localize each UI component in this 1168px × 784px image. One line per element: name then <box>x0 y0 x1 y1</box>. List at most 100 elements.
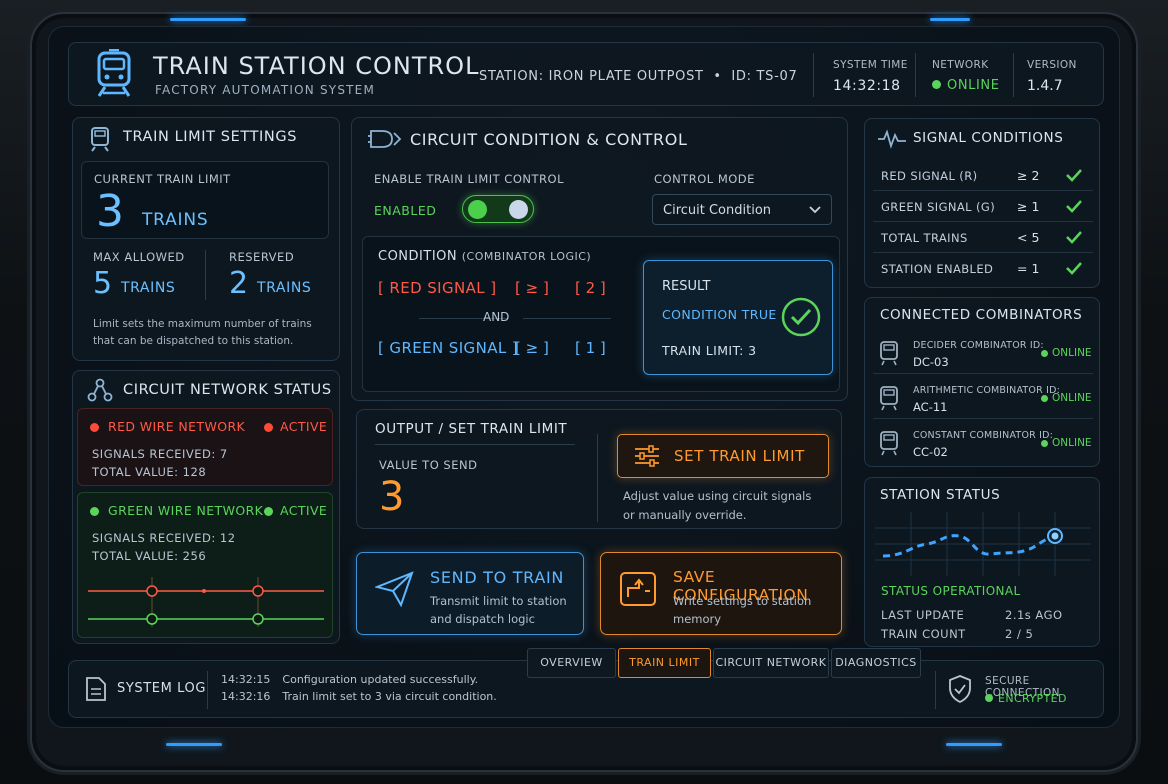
limit-note-line: Limit sets the maximum number of trains <box>93 318 312 330</box>
panel-title: CIRCUIT CONDITION & CONTROL <box>410 130 688 149</box>
signal-conditions-panel: SIGNAL CONDITIONS RED SIGNAL (R) ≥ 2 GREEN… <box>864 118 1100 288</box>
panel-title: SIGNAL CONDITIONS <box>913 130 1064 146</box>
check-icon <box>1066 262 1082 275</box>
combinator-id: CC-02 <box>913 445 948 459</box>
combinator-id: DC-03 <box>913 355 949 369</box>
panel-title: CONNECTED COMBINATORS <box>880 307 1083 323</box>
combinator-status: ONLINE <box>1052 392 1092 404</box>
red-wire-card: RED WIRE NETWORK ACTIVE SIGNALS RECEIVED… <box>77 408 333 486</box>
combinator-label: DECIDER COMBINATOR ID: <box>913 340 1044 351</box>
signal-name: GREEN SIGNAL (G) <box>881 200 996 214</box>
condition-signal-red[interactable]: [ RED SIGNAL ] <box>378 279 496 297</box>
save-configuration-button[interactable]: SAVE CONFIGURATION Write settings to sta… <box>600 552 842 635</box>
divider <box>205 250 206 300</box>
secure-connection-state: ENCRYPTED <box>985 692 1067 705</box>
circuit-control-panel: CIRCUIT CONDITION & CONTROL ENABLE TRAIN… <box>351 117 848 401</box>
send-to-train-button[interactable]: SEND TO TRAIN Transmit limit to station … <box>356 552 584 635</box>
bezel-light <box>170 18 246 21</box>
combinator-row[interactable]: CONSTANT COMBINATOR ID: CC-02 ONLINE <box>873 422 1093 464</box>
panel-title: STATION STATUS <box>880 487 1001 503</box>
signal-name: STATION ENABLED <box>881 262 994 276</box>
output-hint-line: Adjust value using circuit signals <box>623 489 812 503</box>
limit-note-line: that can be dispatched to this station. <box>93 335 294 347</box>
combinator-status: ONLINE <box>1052 437 1092 449</box>
status-dot <box>264 423 273 432</box>
result-limit: TRAIN LIMIT: 3 <box>662 343 757 358</box>
output-panel: OUTPUT / SET TRAIN LIMIT VALUE TO SEND 3… <box>356 409 842 529</box>
version-value: 1.4.7 <box>1027 78 1063 94</box>
set-train-limit-button[interactable]: SET TRAIN LIMIT <box>617 434 829 478</box>
tab-train-limit[interactable]: TRAIN LIMIT <box>618 648 711 678</box>
green-wire-name: GREEN WIRE NETWORK <box>108 503 264 518</box>
save-configuration-desc: Write settings to station memory <box>673 592 811 628</box>
green-total-value: TOTAL VALUE: 256 <box>92 549 207 563</box>
condition-operator-red[interactable]: [ ≥ ] <box>515 279 549 297</box>
logic-gate-icon <box>368 130 402 148</box>
max-allowed-unit: TRAINS <box>121 280 176 296</box>
panel-title: TRAIN LIMIT SETTINGS <box>123 129 297 145</box>
sliders-icon <box>635 445 659 467</box>
train-count-label: TRAIN COUNT <box>881 627 966 641</box>
enable-label: ENABLE TRAIN LIMIT CONTROL <box>374 172 564 186</box>
signal-condition: ≥ 1 <box>1017 199 1040 214</box>
condition-title-text: CONDITION <box>378 249 458 264</box>
current-limit-label: CURRENT TRAIN LIMIT <box>94 172 231 186</box>
check-icon <box>1066 169 1082 182</box>
tab-circuit-network[interactable]: CIRCUIT NETWORK <box>713 648 829 678</box>
output-hint: Adjust value using circuit signals or ma… <box>623 487 811 525</box>
combinator-icon <box>880 431 898 456</box>
train-icon <box>91 127 109 152</box>
divider <box>935 671 936 709</box>
signal-condition-row: RED SIGNAL (R) ≥ 2 <box>873 161 1093 191</box>
reserved-label: RESERVED <box>229 250 295 264</box>
combinator-row[interactable]: DECIDER COMBINATOR ID: DC-03 ONLINE <box>873 332 1093 374</box>
condition-operator-green[interactable]: [ ≥ ] <box>515 339 549 357</box>
shield-check-icon <box>949 675 971 704</box>
divider <box>207 671 208 709</box>
enable-toggle[interactable] <box>462 195 534 223</box>
panel-title: CIRCUIT NETWORK STATUS <box>123 382 332 398</box>
send-to-train-title: SEND TO TRAIN <box>430 568 565 587</box>
status-dot <box>932 80 941 89</box>
check-circle-icon <box>781 297 821 337</box>
signal-condition: ≥ 2 <box>1017 168 1040 183</box>
save-desc-line: Write settings to station <box>673 594 812 608</box>
condition-value-green[interactable]: [ 1 ] <box>575 339 606 357</box>
network-status-text: ONLINE <box>947 78 1000 93</box>
max-allowed-value: 5 <box>93 266 113 301</box>
green-signals-received: SIGNALS RECEIVED: 12 <box>92 531 236 545</box>
tab-diagnostics[interactable]: DIAGNOSTICS <box>831 648 921 678</box>
system-time-label: SYSTEM TIME <box>833 59 908 71</box>
network-icon <box>87 378 113 402</box>
result-box: RESULT CONDITION TRUE TRAIN LIMIT: 3 <box>643 260 833 375</box>
red-wire-status: ACTIVE <box>280 419 328 434</box>
divider <box>375 444 575 445</box>
green-wire-status: ACTIVE <box>280 503 328 518</box>
status-dot <box>90 423 99 432</box>
save-config-icon <box>620 572 656 606</box>
app-title: TRAIN STATION CONTROL <box>153 52 480 80</box>
combinator-icon <box>880 341 898 366</box>
value-to-send[interactable]: 3 <box>379 474 404 520</box>
signal-condition: < 5 <box>1017 230 1040 245</box>
condition-signal-green[interactable]: [ GREEN SIGNAL ] <box>378 339 518 357</box>
check-icon <box>1066 231 1082 244</box>
control-mode-label: CONTROL MODE <box>654 172 755 186</box>
station-status-state: STATUS OPERATIONAL <box>881 584 1021 598</box>
reserved-value: 2 <box>229 266 249 301</box>
and-label: AND <box>483 310 510 324</box>
divider <box>523 318 611 319</box>
reserved-unit: TRAINS <box>257 280 312 296</box>
condition-box: CONDITION (COMBINATOR LOGIC) [ RED SIGNA… <box>362 236 840 392</box>
set-train-limit-label: SET TRAIN LIMIT <box>674 447 805 465</box>
send-to-train-desc: Transmit limit to station and dispatch l… <box>430 592 567 628</box>
station-id: STATION: IRON PLATE OUTPOST • ID: TS-07 <box>479 69 798 84</box>
condition-value-red[interactable]: [ 2 ] <box>575 279 606 297</box>
value-to-send-label: VALUE TO SEND <box>379 458 478 472</box>
document-icon <box>86 677 106 701</box>
combinator-row[interactable]: ARITHMETIC COMBINATOR ID: AC-11 ONLINE <box>873 377 1093 419</box>
last-update-label: LAST UPDATE <box>881 608 965 622</box>
result-state: CONDITION TRUE <box>662 307 777 322</box>
tab-overview[interactable]: OVERVIEW <box>527 648 616 678</box>
control-mode-select[interactable]: Circuit Condition <box>652 194 832 225</box>
